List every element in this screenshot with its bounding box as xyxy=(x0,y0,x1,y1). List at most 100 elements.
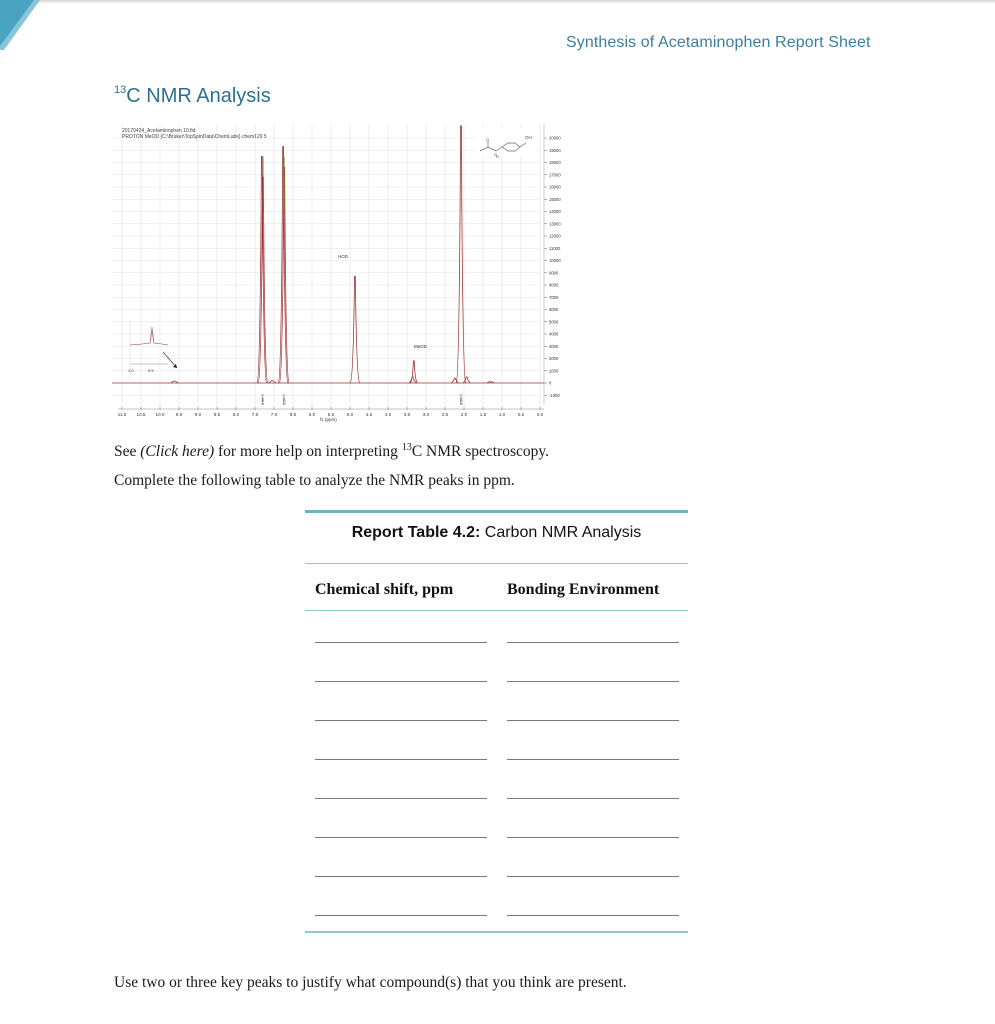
help-isotope-sup: 13 xyxy=(401,442,412,453)
column-header-bonding-environment: Bonding Environment xyxy=(507,581,660,598)
zoom-inset: 1.0 9.5 xyxy=(128,320,178,379)
y-tick-label: 13000 xyxy=(549,221,561,226)
header-rule xyxy=(305,610,688,611)
y-tick-label: 2000 xyxy=(549,356,559,361)
x-tick-label: 8.0 xyxy=(233,412,240,417)
x-tick-label: 7.5 xyxy=(252,412,259,417)
chemical-shift-input-8[interactable] xyxy=(315,915,487,916)
help-text: See (Click here) for more help on interp… xyxy=(114,442,549,461)
y-tick-label: 15000 xyxy=(549,197,561,202)
spectrum-parameters: PROTON MeOD {C:\Bruker\TopSpinData\ChemL… xyxy=(122,134,267,140)
click-here-link[interactable]: (Click here) xyxy=(140,443,214,460)
chemical-shift-input-3[interactable] xyxy=(315,720,487,721)
y-tick-label: 16000 xyxy=(549,185,561,190)
table-caption-number: Report Table 4.2: xyxy=(351,524,481,541)
y-tick-label: 7000 xyxy=(549,295,559,300)
section-title: 13C NMR Analysis xyxy=(114,84,271,108)
report-table: Report Table 4.2: Carbon NMR Analysis Ch… xyxy=(305,510,688,934)
spectrum-trace xyxy=(112,125,544,384)
y-tick-label: 4000 xyxy=(549,332,559,337)
nmr-spectrum-chart: 20170424_Acetaminophen 10.fid PROTON MeO… xyxy=(112,124,561,422)
inset-tick-1: 1.0 xyxy=(128,368,134,373)
page-top-edge xyxy=(0,0,995,4)
isotope-superscript: 13 xyxy=(114,84,127,96)
hod-annotation: HOD xyxy=(338,254,349,259)
bonding-environment-input-1[interactable] xyxy=(507,642,679,643)
acetaminophen-structure: O N H OH xyxy=(476,128,536,159)
y-tick-label: 3000 xyxy=(549,344,559,349)
bonding-environment-input-5[interactable] xyxy=(507,798,679,799)
y-tick-label: 5000 xyxy=(549,319,559,324)
section-title-text: C NMR Analysis xyxy=(126,85,271,107)
help-middle: for more help on interpreting xyxy=(214,443,402,461)
y-tick-label: 8000 xyxy=(549,283,559,288)
table-caption-title: Carbon NMR Analysis xyxy=(480,524,642,541)
x-tick-label: 1.5 xyxy=(480,412,487,417)
report-header-title: Synthesis of Acetaminophen Report Sheet xyxy=(566,34,871,51)
y-tick-label: 18000 xyxy=(549,160,561,165)
chemical-shift-input-4[interactable] xyxy=(315,759,487,760)
y-tick-label: 1000 xyxy=(549,368,559,373)
x-tick-label: 10.0 xyxy=(156,412,165,417)
x-tick-label: 1.0 xyxy=(499,412,506,417)
table-top-rule xyxy=(305,510,688,513)
chart-axes: 11.0 10.5 10.0 9.5 9.0 8.5 8.0 7.5 7.0 6.5 6.0 5.5 5… xyxy=(118,124,561,417)
bonding-environment-input-7[interactable] xyxy=(507,876,679,877)
bonding-environment-input-4[interactable] xyxy=(507,759,679,760)
structure-nh-label: H xyxy=(496,154,499,159)
svg-text:O: O xyxy=(486,137,489,142)
x-tick-label: 11.0 xyxy=(118,412,127,417)
peak-3 xyxy=(268,380,276,384)
x-tick-label: 0.0 xyxy=(537,412,544,417)
help-prefix: See xyxy=(114,443,141,461)
bonding-environment-input-8[interactable] xyxy=(507,915,679,916)
x-tick-label: 6.0 xyxy=(309,412,316,417)
x-tick-label: 4.5 xyxy=(366,412,373,417)
x-axis-title: f1 (ppm) xyxy=(320,417,337,422)
y-tick-label: -1000 xyxy=(549,393,560,398)
peak-8 xyxy=(408,376,417,384)
peak-10 xyxy=(455,125,467,384)
chemical-shift-input-1[interactable] xyxy=(315,642,487,643)
bonding-environment-input-6[interactable] xyxy=(507,837,679,838)
instruction-text: Complete the following table to analyze … xyxy=(114,472,515,489)
y-tick-label: 17000 xyxy=(549,172,561,177)
meod-annotation: MeOD xyxy=(414,344,428,349)
x-tick-label: 5.0 xyxy=(347,412,354,417)
x-tick-label: 4.0 xyxy=(385,412,392,417)
x-tick-label: 2.5 xyxy=(442,412,449,417)
chemical-shift-input-2[interactable] xyxy=(315,681,487,682)
table-bottom-rule xyxy=(305,931,688,933)
caption-rule xyxy=(305,563,688,564)
peak-9 xyxy=(451,377,459,384)
integral-value: 2.00 xyxy=(282,398,286,405)
help-suffix: C NMR spectroscopy. xyxy=(411,443,550,461)
y-tick-label: 11000 xyxy=(549,246,561,251)
y-tick-label: 9000 xyxy=(549,270,559,275)
x-tick-label: 7.0 xyxy=(271,412,278,417)
peak-marks: 2.00 2.00 3.00 xyxy=(261,156,463,405)
corner-tab-decoration xyxy=(0,0,40,50)
chemical-shift-input-5[interactable] xyxy=(315,798,487,799)
bonding-environment-input-2[interactable] xyxy=(507,681,679,682)
chemical-shift-input-6[interactable] xyxy=(315,837,487,838)
x-tick-label: 10.5 xyxy=(137,412,146,417)
structure-oh-label: OH xyxy=(525,135,532,140)
x-tick-label: 6.5 xyxy=(290,412,297,417)
justify-prompt: Use two or three key peaks to justify wh… xyxy=(114,974,627,991)
bonding-environment-input-3[interactable] xyxy=(507,720,679,721)
x-tick-label: 8.5 xyxy=(214,412,221,417)
y-tick-label: 10000 xyxy=(549,258,561,263)
x-tick-label: 3.5 xyxy=(404,412,411,417)
column-header-chemical-shift: Chemical shift, ppm xyxy=(315,581,454,598)
integral-value: 2.00 xyxy=(261,398,265,405)
peak-6 xyxy=(349,276,361,384)
x-tick-label: 0.5 xyxy=(518,412,525,417)
y-tick-label: 6000 xyxy=(549,307,559,312)
x-tick-label: 9.5 xyxy=(176,412,183,417)
x-tick-label: 3.0 xyxy=(423,412,430,417)
chemical-shift-input-7[interactable] xyxy=(315,876,487,877)
y-tick-label: 0 xyxy=(549,381,552,386)
x-tick-label: 2.0 xyxy=(461,412,468,417)
inset-tick-2: 9.5 xyxy=(148,368,154,373)
